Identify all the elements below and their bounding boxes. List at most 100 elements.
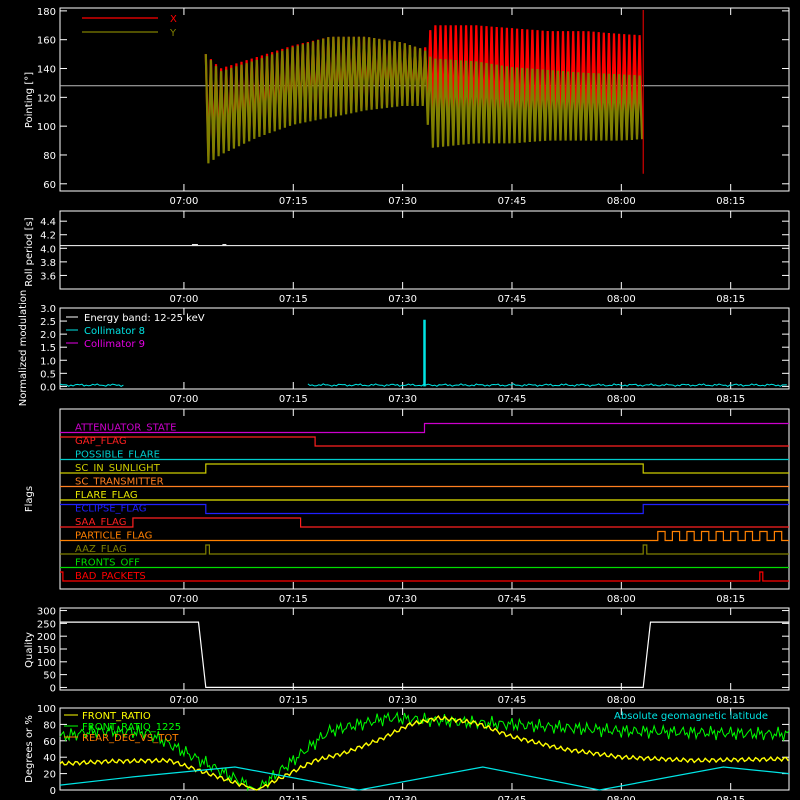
quality-line bbox=[60, 621, 789, 688]
y-tick-label: 40 bbox=[43, 753, 56, 764]
y-tick-label: 140 bbox=[37, 65, 56, 76]
x-tick-label: 08:00 bbox=[607, 394, 636, 405]
flag-label: ECLIPSE_FLAG bbox=[75, 504, 146, 515]
x-tick-label: 07:45 bbox=[498, 695, 527, 706]
y-axis-title: Degrees or % bbox=[24, 715, 35, 783]
y-tick-label: 0.5 bbox=[40, 369, 56, 380]
x-tick-label: 07:45 bbox=[498, 196, 527, 207]
x-tick-label: 07:00 bbox=[170, 294, 199, 305]
y-axis-title: Normalized modulation bbox=[18, 290, 29, 407]
y-tick-label: 20 bbox=[43, 770, 56, 781]
x-tick-label: 07:30 bbox=[388, 594, 417, 605]
x-tick-label: 07:15 bbox=[279, 196, 308, 207]
quicklook-chart-panel: 07:00 07:15 07:30 07:45 08:00 08:15 60 80 100 120… bbox=[18, 7, 790, 800]
x-tick-label: 08:00 bbox=[607, 795, 636, 800]
legend-label: REAR_DEC_VS_TOT bbox=[82, 733, 179, 744]
y-tick-label: 4.4 bbox=[40, 217, 56, 228]
flag-label: SAA_FLAG bbox=[75, 517, 126, 528]
legend-title: Energy band: 12-25 keV bbox=[84, 313, 205, 324]
x-tick-label: 08:15 bbox=[716, 695, 745, 706]
legend-label: Absolute geomagnetic latitude bbox=[614, 711, 768, 722]
flag-trace-bad-packets bbox=[60, 571, 789, 582]
y-axis-title: Pointing [°] bbox=[24, 72, 35, 128]
x-tick-label: 07:30 bbox=[388, 294, 417, 305]
legend-label: FRONT_RATIO_1225 bbox=[82, 722, 181, 733]
y-tick-label: 3.8 bbox=[40, 258, 56, 269]
collimator-8-line bbox=[307, 383, 787, 387]
flag-trace-particle-flag bbox=[60, 530, 789, 542]
x-tick-label: 07:15 bbox=[279, 394, 308, 405]
flag-label: SC_TRANSMITTER bbox=[75, 477, 164, 488]
y-axis-title: Roll period [s] bbox=[24, 217, 35, 286]
legend-label: Collimator 9 bbox=[84, 339, 145, 350]
y-tick-label: 4.2 bbox=[40, 231, 56, 242]
panel-frame-4 bbox=[59, 408, 790, 590]
y-tick-label: 120 bbox=[37, 93, 56, 104]
y-tick-label: 100 bbox=[37, 658, 56, 669]
x-tick-label: 07:30 bbox=[388, 394, 417, 405]
flag-label: SC_IN_SUNLIGHT bbox=[75, 463, 161, 474]
y-tick-label: 200 bbox=[37, 632, 56, 643]
flag-label: PARTICLE_FLAG bbox=[75, 531, 152, 542]
x-tick-label: 07:45 bbox=[498, 294, 527, 305]
flag-trace-gap-flag bbox=[60, 436, 789, 447]
collimator-8-line bbox=[59, 383, 124, 387]
x-tick-label: 08:00 bbox=[607, 594, 636, 605]
x-tick-label: 08:00 bbox=[607, 294, 636, 305]
y-tick-label: 4.0 bbox=[40, 244, 56, 255]
flag-trace-eclipse-flag bbox=[60, 503, 789, 515]
geomagnetic-latitude-line bbox=[59, 766, 790, 791]
y-tick-label: 60 bbox=[43, 180, 56, 191]
flag-trace-saa-flag bbox=[60, 517, 789, 528]
x-tick-label: 08:15 bbox=[716, 795, 745, 800]
legend-label: FRONT_RATIO bbox=[82, 711, 151, 722]
flag-label: ATTENUATOR_STATE bbox=[75, 423, 176, 434]
flag-label: FRONTS_OFF bbox=[75, 558, 140, 569]
legend-label: Collimator 8 bbox=[84, 326, 145, 337]
y-tick-label: 300 bbox=[37, 607, 56, 618]
y-axis-title: Quality bbox=[24, 632, 35, 668]
y-tick-label: 0.0 bbox=[40, 382, 56, 393]
flag-label: FLARE_FLAG bbox=[75, 490, 138, 501]
y-tick-label: 3.0 bbox=[40, 304, 56, 315]
y-tick-label: 160 bbox=[37, 36, 56, 47]
x-tick-label: 07:00 bbox=[170, 795, 199, 800]
x-tick-label: 07:45 bbox=[498, 594, 527, 605]
y-tick-label: 60 bbox=[43, 737, 56, 748]
x-tick-label: 07:00 bbox=[170, 394, 199, 405]
y-tick-label: 80 bbox=[43, 720, 56, 731]
x-tick-label: 07:30 bbox=[388, 695, 417, 706]
x-tick-label: 08:15 bbox=[716, 196, 745, 207]
x-tick-label: 07:00 bbox=[170, 594, 199, 605]
x-tick-label: 07:15 bbox=[279, 695, 308, 706]
y-tick-label: 100 bbox=[37, 704, 56, 715]
flag-trace-aaz-flag bbox=[60, 544, 789, 555]
x-tick-label: 07:15 bbox=[279, 795, 308, 800]
y-tick-label: 250 bbox=[37, 619, 56, 630]
panel-frame-2 bbox=[59, 210, 790, 290]
y-tick-label: 3.6 bbox=[40, 271, 56, 282]
flag-trace-sc-in-sunlight bbox=[60, 463, 789, 474]
y-tick-label: 50 bbox=[43, 671, 56, 682]
x-tick-label: 08:15 bbox=[716, 294, 745, 305]
x-tick-label: 08:15 bbox=[716, 394, 745, 405]
x-tick-label: 07:30 bbox=[388, 196, 417, 207]
y-tick-label: 80 bbox=[43, 151, 56, 162]
legend-label: X bbox=[170, 14, 177, 25]
y-tick-label: 1.5 bbox=[40, 343, 56, 354]
y-tick-label: 180 bbox=[37, 7, 56, 18]
x-tick-label: 07:45 bbox=[498, 394, 527, 405]
x-tick-label: 08:00 bbox=[607, 695, 636, 706]
y-tick-label: 150 bbox=[37, 645, 56, 656]
flag-label: GAP_FLAG bbox=[75, 436, 127, 447]
x-tick-label: 07:00 bbox=[170, 695, 199, 706]
legend-label: Y bbox=[169, 28, 177, 39]
panel-frame-5 bbox=[59, 607, 790, 691]
y-tick-label: 0 bbox=[50, 786, 56, 797]
x-tick-label: 07:15 bbox=[279, 594, 308, 605]
flag-label: BAD_PACKETS bbox=[75, 571, 146, 582]
x-tick-label: 07:00 bbox=[170, 196, 199, 207]
x-tick-label: 08:00 bbox=[607, 196, 636, 207]
x-tick-label: 07:15 bbox=[279, 294, 308, 305]
y-tick-label: 100 bbox=[37, 122, 56, 133]
